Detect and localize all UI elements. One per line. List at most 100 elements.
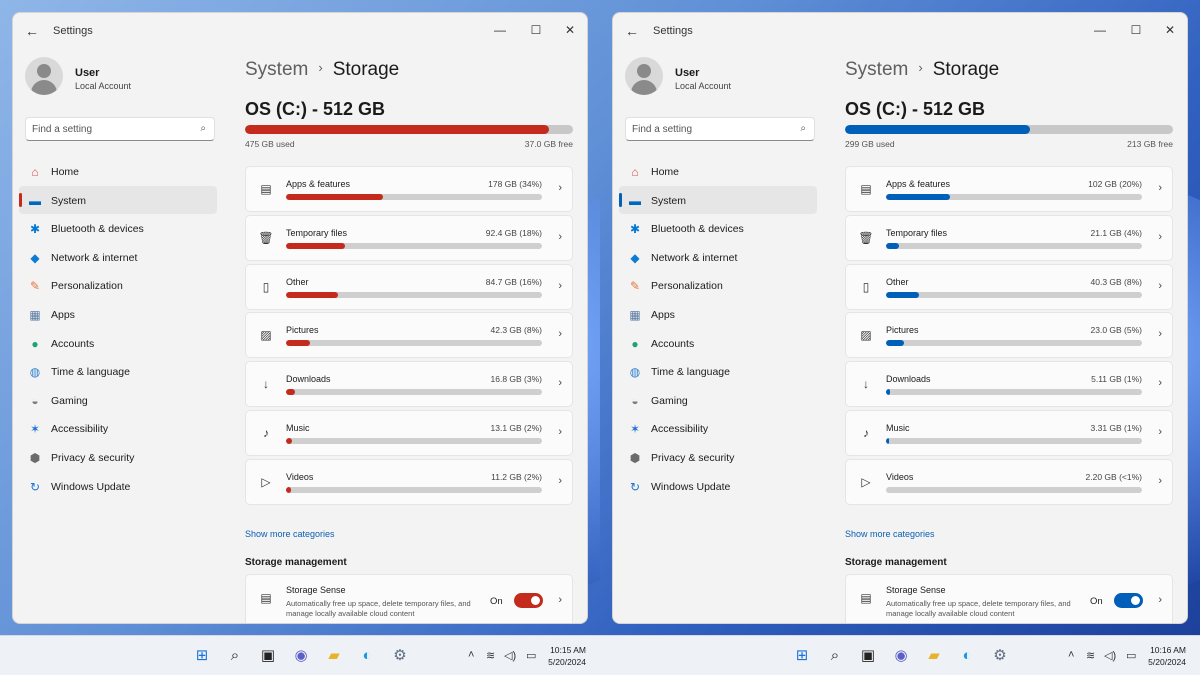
sidebar-item-network-internet[interactable]: ◆ Network & internet <box>619 243 817 272</box>
window-title: Settings <box>653 25 693 37</box>
file-explorer-icon[interactable]: ▰ <box>324 646 344 666</box>
task-view-icon[interactable]: ▣ <box>858 646 878 666</box>
volume-icon[interactable]: ◁) <box>504 649 516 662</box>
sidebar-item-gaming[interactable]: ◒ Gaming <box>619 386 817 415</box>
start-button-icon[interactable]: ⊞ <box>192 646 212 666</box>
chevron-right-icon[interactable]: › <box>1158 182 1162 194</box>
wifi-tray-icon[interactable]: ≋ <box>486 649 495 662</box>
sidebar-item-system[interactable]: ▬ System <box>619 185 817 215</box>
storage-sense-toggle[interactable] <box>514 593 543 608</box>
sidebar-item-bluetooth-devices[interactable]: ✱ Bluetooth & devices <box>619 214 817 243</box>
sidebar-item-privacy-security[interactable]: ⬢ Privacy & security <box>619 443 817 472</box>
chevron-right-icon[interactable]: › <box>558 426 562 438</box>
sidebar-item-system[interactable]: ▬ System <box>19 185 217 215</box>
sidebar-item-accounts[interactable]: ● Accounts <box>619 329 817 358</box>
sidebar-item-personalization[interactable]: ✎ Personalization <box>19 271 217 300</box>
edge-browser-icon[interactable]: ◐ <box>957 646 977 666</box>
storage-category-pictures[interactable]: ▨ Pictures 23.0 GB (5%) › <box>845 312 1173 359</box>
sidebar-item-apps[interactable]: ▦ Apps <box>19 300 217 329</box>
wifi-tray-icon[interactable]: ≋ <box>1086 649 1095 662</box>
back-arrow-icon[interactable]: ← <box>25 23 39 39</box>
breadcrumb-separator: › <box>918 60 923 75</box>
storage-category-apps-features[interactable]: ▤ Apps & features 178 GB (34%) › <box>245 166 573 212</box>
sidebar-item-label: Bluetooth & devices <box>51 223 144 236</box>
sidebar-item-home[interactable]: ⌂ Home <box>19 157 217 186</box>
show-more-categories-link[interactable]: Show more categories <box>845 529 935 539</box>
storage-sense-card[interactable]: ▤ Storage Sense Automatically free up sp… <box>845 574 1173 623</box>
volume-icon[interactable]: ◁) <box>1104 649 1116 662</box>
storage-category-other[interactable]: ▯ Other 84.7 GB (16%) › <box>245 263 573 310</box>
search-box[interactable]: ⌕ <box>25 117 215 141</box>
sidebar-item-personalization[interactable]: ✎ Personalization <box>619 271 817 300</box>
sidebar-item-network-internet[interactable]: ◆ Network & internet <box>19 243 217 272</box>
sidebar-item-time-language[interactable]: ◍ Time & language <box>619 357 817 386</box>
start-button-icon[interactable]: ⊞ <box>792 646 812 666</box>
storage-sense-toggle[interactable] <box>1114 593 1143 608</box>
settings-gear-icon[interactable]: ⚙ <box>390 646 410 666</box>
search-input[interactable] <box>632 121 792 137</box>
chevron-up-icon[interactable]: ˄ <box>1068 649 1074 661</box>
chevron-right-icon[interactable]: › <box>558 594 562 606</box>
settings-gear-icon[interactable]: ⚙ <box>990 646 1010 666</box>
update-icon: ↻ <box>29 479 41 494</box>
sidebar-item-accessibility[interactable]: ✶ Accessibility <box>619 414 817 443</box>
chevron-right-icon[interactable]: › <box>558 182 562 194</box>
user-profile[interactable]: User Local Account <box>25 57 225 107</box>
edge-browser-icon[interactable]: ◐ <box>357 646 377 666</box>
chevron-up-icon[interactable]: ˄ <box>468 649 474 661</box>
chevron-right-icon[interactable]: › <box>558 280 562 292</box>
taskbar-clock[interactable]: 10:16 AM 5/20/2024 <box>1148 644 1186 668</box>
search-box[interactable]: ⌕ <box>625 117 815 141</box>
storage-category-downloads[interactable]: ↓ Downloads 16.8 GB (3%) › <box>245 361 573 408</box>
chevron-right-icon[interactable]: › <box>558 475 562 487</box>
chevron-right-icon[interactable]: › <box>558 328 562 340</box>
sidebar-item-apps[interactable]: ▦ Apps <box>619 300 817 329</box>
storage-category-videos[interactable]: ▷ Videos 11.2 GB (2%) › <box>245 458 573 505</box>
chevron-right-icon[interactable]: › <box>1158 594 1162 606</box>
storage-category-videos[interactable]: ▷ Videos 2.20 GB (<1%) › <box>845 458 1173 505</box>
user-profile[interactable]: User Local Account <box>625 57 825 107</box>
chevron-right-icon[interactable]: › <box>1158 377 1162 389</box>
sidebar-item-windows-update[interactable]: ↻ Windows Update <box>19 472 217 501</box>
chat-icon[interactable]: ◉ <box>291 646 311 666</box>
storage-category-music[interactable]: ♪ Music 3.31 GB (1%) › <box>845 409 1173 456</box>
chevron-right-icon[interactable]: › <box>558 231 562 243</box>
battery-icon[interactable]: ▭ <box>1126 649 1136 662</box>
show-more-categories-link[interactable]: Show more categories <box>245 529 335 539</box>
storage-category-temporary-files[interactable]: 🗑 Temporary files 92.4 GB (18%) › <box>245 214 573 261</box>
sidebar-item-gaming[interactable]: ◒ Gaming <box>19 386 217 415</box>
sidebar-item-time-language[interactable]: ◍ Time & language <box>19 357 217 386</box>
storage-category-pictures[interactable]: ▨ Pictures 42.3 GB (8%) › <box>245 312 573 359</box>
chat-icon[interactable]: ◉ <box>891 646 911 666</box>
chevron-right-icon[interactable]: › <box>1158 280 1162 292</box>
sidebar-item-accessibility[interactable]: ✶ Accessibility <box>19 414 217 443</box>
sidebar-item-windows-update[interactable]: ↻ Windows Update <box>619 472 817 501</box>
storage-category-music[interactable]: ♪ Music 13.1 GB (2%) › <box>245 409 573 456</box>
search-taskbar-icon[interactable]: ⌕ <box>225 646 245 666</box>
breadcrumb-parent[interactable]: System <box>245 59 308 80</box>
category-usage-bar <box>286 486 542 493</box>
storage-category-temporary-files[interactable]: 🗑 Temporary files 21.1 GB (4%) › <box>845 214 1173 261</box>
sidebar-item-bluetooth-devices[interactable]: ✱ Bluetooth & devices <box>19 214 217 243</box>
back-arrow-icon[interactable]: ← <box>625 23 639 39</box>
storage-category-other[interactable]: ▯ Other 40.3 GB (8%) › <box>845 263 1173 310</box>
category-size: 178 GB (34%) <box>488 179 542 189</box>
search-input[interactable] <box>32 121 192 137</box>
storage-category-downloads[interactable]: ↓ Downloads 5.11 GB (1%) › <box>845 361 1173 408</box>
search-taskbar-icon[interactable]: ⌕ <box>825 646 845 666</box>
chevron-right-icon[interactable]: › <box>1158 426 1162 438</box>
storage-sense-card[interactable]: ▤ Storage Sense Automatically free up sp… <box>245 574 573 623</box>
file-explorer-icon[interactable]: ▰ <box>924 646 944 666</box>
chevron-right-icon[interactable]: › <box>1158 231 1162 243</box>
chevron-right-icon[interactable]: › <box>558 377 562 389</box>
task-view-icon[interactable]: ▣ <box>258 646 278 666</box>
battery-icon[interactable]: ▭ <box>526 649 536 662</box>
breadcrumb-parent[interactable]: System <box>845 59 908 80</box>
chevron-right-icon[interactable]: › <box>1158 475 1162 487</box>
sidebar-item-privacy-security[interactable]: ⬢ Privacy & security <box>19 443 217 472</box>
taskbar-clock[interactable]: 10:15 AM 5/20/2024 <box>548 644 586 668</box>
sidebar-item-accounts[interactable]: ● Accounts <box>19 329 217 358</box>
storage-category-apps-features[interactable]: ▤ Apps & features 102 GB (20%) › <box>845 166 1173 212</box>
sidebar-item-home[interactable]: ⌂ Home <box>619 157 817 186</box>
chevron-right-icon[interactable]: › <box>1158 328 1162 340</box>
